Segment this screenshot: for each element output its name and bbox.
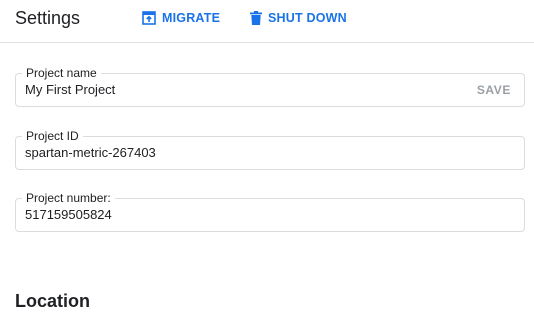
project-name-label: Project name xyxy=(22,66,101,80)
migrate-icon xyxy=(142,11,156,25)
location-section-title: Location xyxy=(15,291,90,311)
project-name-input[interactable]: My First Project xyxy=(25,82,115,98)
project-name-field[interactable]: Project name My First Project SAVE xyxy=(15,66,525,107)
shut-down-button[interactable]: SHUT DOWN xyxy=(250,8,347,28)
migrate-button[interactable]: MIGRATE xyxy=(142,8,220,28)
shut-down-label: SHUT DOWN xyxy=(268,11,347,25)
project-id-field: Project ID spartan-metric-267403 xyxy=(15,129,525,170)
project-id-label: Project ID xyxy=(22,129,83,143)
trash-icon xyxy=(250,11,262,25)
project-number-field: Project number: 517159505824 xyxy=(15,191,525,232)
page-title: Settings xyxy=(15,8,81,28)
project-id-value: spartan-metric-267403 xyxy=(25,145,156,160)
migrate-label: MIGRATE xyxy=(162,11,221,25)
settings-header: Settings MIGRATE SHUT DOWN xyxy=(0,0,534,43)
project-number-value: 517159505824 xyxy=(25,207,112,222)
project-number-label: Project number: xyxy=(22,191,115,205)
save-button[interactable]: SAVE xyxy=(477,83,511,97)
settings-page: Settings MIGRATE SHUT DOWN Project name … xyxy=(0,0,534,323)
